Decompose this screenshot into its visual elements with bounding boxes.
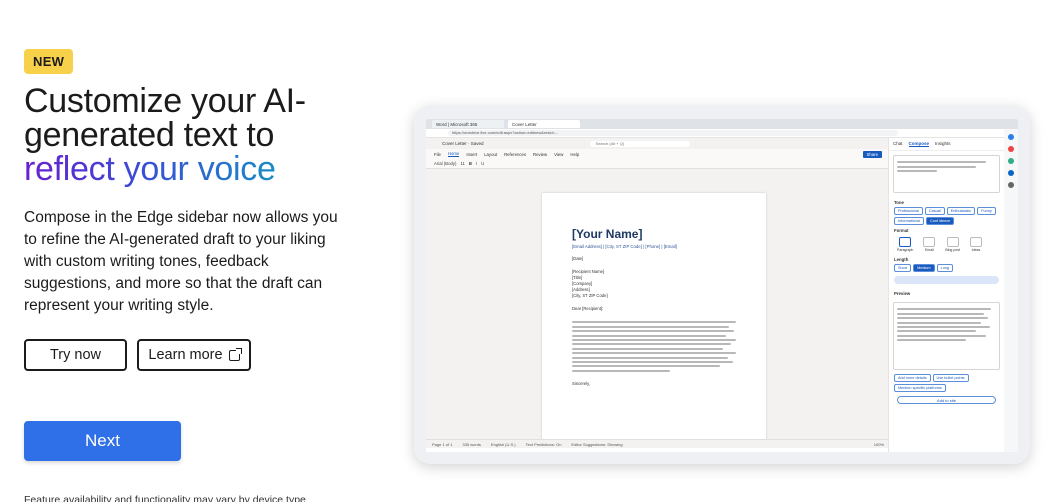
- learn-more-button[interactable]: Learn more: [137, 339, 251, 371]
- length-chip: Long: [936, 264, 954, 272]
- ribbon-tab-active: Home: [447, 151, 460, 157]
- learn-more-label: Learn more: [148, 347, 223, 363]
- address-bar: https://onedrive.live.com/edit.aspx?acti…: [426, 129, 1018, 138]
- ideas-icon: [969, 237, 982, 247]
- laptop-frame: Word | Microsoft 365 Cover Letter https:…: [414, 106, 1030, 464]
- font-size: 11: [460, 161, 465, 166]
- format-blog: Blog post: [945, 237, 960, 252]
- ribbon-tab: Review: [533, 151, 548, 157]
- blog-icon: [946, 237, 959, 247]
- refine-chip: Use bullet points: [932, 374, 969, 382]
- preview-label: Preview: [894, 291, 911, 296]
- title-line-2: generated text to: [24, 116, 275, 154]
- app-icon: [1008, 170, 1014, 176]
- tone-chip-selected: Conf idence: [925, 217, 955, 225]
- letter-body: [572, 321, 736, 372]
- format-email: Email: [923, 237, 936, 252]
- sidebar-tabs: Chat Compose Insights: [889, 138, 1004, 151]
- ribbon-tab: Layout: [484, 151, 498, 157]
- browser-tab-active: Cover Letter: [508, 120, 580, 128]
- tone-label: Tone: [894, 200, 904, 205]
- ribbon-tab: References: [504, 151, 527, 157]
- copilot-icon: [1008, 134, 1014, 140]
- try-now-label: Try now: [49, 347, 102, 363]
- description: Compose in the Edge sidebar now allows y…: [24, 209, 338, 314]
- zoom-level: 100%: [873, 441, 884, 447]
- sidebar-tab-compose: Compose: [908, 141, 930, 147]
- paragraph-icon: [899, 237, 912, 247]
- tone-options: Professional Casual Enthusiastic Funny I…: [889, 207, 1004, 225]
- tone-chip: Casual: [924, 207, 945, 215]
- email-icon: [923, 237, 936, 247]
- document-canvas: [Your Name] [Email Address] | [City, ST …: [426, 169, 888, 445]
- refine-chip: Mention specific platforms: [894, 384, 946, 392]
- tone-chip: Funny: [977, 207, 996, 215]
- length-label: Length: [894, 257, 909, 262]
- browser-tab: Word | Microsoft 365: [432, 120, 504, 128]
- ribbon-tab: Help: [570, 151, 580, 157]
- format-paragraph: Paragraph: [897, 237, 913, 252]
- browser-tab-bar: Word | Microsoft 365 Cover Letter: [426, 119, 1018, 129]
- word-status-bar: Page 1 of 1 335 words English (U.S.) Tex…: [426, 439, 888, 448]
- ribbon-tab: File: [434, 151, 441, 157]
- status-predictions: Text Predictions: On: [525, 441, 562, 447]
- word-search: Search (Alt + Q): [589, 140, 690, 147]
- preview-box: [893, 302, 1000, 370]
- external-link-icon: [228, 347, 242, 361]
- word-app-bar: Cover Letter · Saved Search (Alt + Q): [426, 138, 888, 149]
- letter-name: [Your Name]: [572, 227, 643, 241]
- refine-chip: Add more details: [894, 374, 931, 382]
- url-text: https://onedrive.live.com/edit.aspx?acti…: [448, 130, 898, 136]
- compose-input-box: [893, 155, 1000, 193]
- status-language: English (U.S.): [490, 441, 516, 447]
- add-icon: [1008, 182, 1014, 188]
- refine-actions: Add more details Use bullet points Menti…: [889, 374, 1004, 392]
- format-label: Format: [894, 228, 909, 233]
- generate-draft-button: [894, 276, 999, 284]
- document-page: [Your Name] [Email Address] | [City, ST …: [542, 193, 766, 445]
- tone-chip: Enthusiastic: [946, 207, 976, 215]
- next-label: Next: [85, 431, 120, 450]
- doc-title: Cover Letter · Saved: [442, 141, 484, 146]
- status-editor: Editor Suggestions: Showing: [571, 441, 623, 447]
- new-badge: NEW: [24, 49, 74, 74]
- font-name: Arial (Body): [434, 161, 457, 166]
- length-chip-selected: Medium: [913, 264, 935, 272]
- browser-screenshot: Word | Microsoft 365 Cover Letter https:…: [426, 119, 1018, 452]
- ribbon-tab: View: [554, 151, 564, 157]
- length-options: Short Medium Long: [889, 264, 1004, 272]
- status-words: 335 words: [462, 441, 481, 447]
- sidebar-tab-insights: Insights: [935, 141, 951, 146]
- title-line-1: Customize your AI-: [24, 82, 306, 120]
- sidebar-tab-chat: Chat: [893, 141, 903, 146]
- title-line-3: reflect your voice: [24, 150, 276, 188]
- ribbon-tab: Insert: [466, 151, 478, 157]
- status-page: Page 1 of 1: [432, 441, 453, 447]
- formatting-toolbar: Arial (Body) 11 B I U: [426, 159, 888, 169]
- try-now-button[interactable]: Try now: [24, 339, 127, 371]
- edge-sidebar-rail: [1004, 129, 1018, 452]
- footnote: Feature availability and functionality m…: [24, 494, 306, 502]
- onboarding-page: NEW Customize your AI- generated text to…: [0, 0, 1052, 502]
- next-button[interactable]: Next: [24, 421, 181, 461]
- tone-chip: Professional: [894, 207, 923, 215]
- bold-icon: B: [468, 161, 473, 166]
- underline-icon: U: [481, 161, 485, 166]
- share-button: Share: [862, 150, 882, 158]
- ribbon-tabs: File Home Insert Layout References Revie…: [426, 149, 888, 159]
- page-title: Customize your AI- generated text to ref…: [24, 84, 354, 186]
- add-to-site-button: Add to site: [897, 396, 996, 404]
- app-icon: [1008, 158, 1014, 164]
- letter-closing: Sincerely,: [572, 381, 591, 387]
- format-ideas: Ideas: [969, 237, 982, 252]
- app-icon: [1008, 146, 1014, 152]
- italic-icon: I: [476, 161, 478, 166]
- edge-compose-sidebar: Chat Compose Insights Tone Professional …: [888, 138, 1004, 452]
- tone-chip: Informational: [894, 217, 924, 225]
- length-chip: Short: [894, 264, 912, 272]
- format-options: Paragraph Email Blog post Ideas: [889, 235, 1004, 254]
